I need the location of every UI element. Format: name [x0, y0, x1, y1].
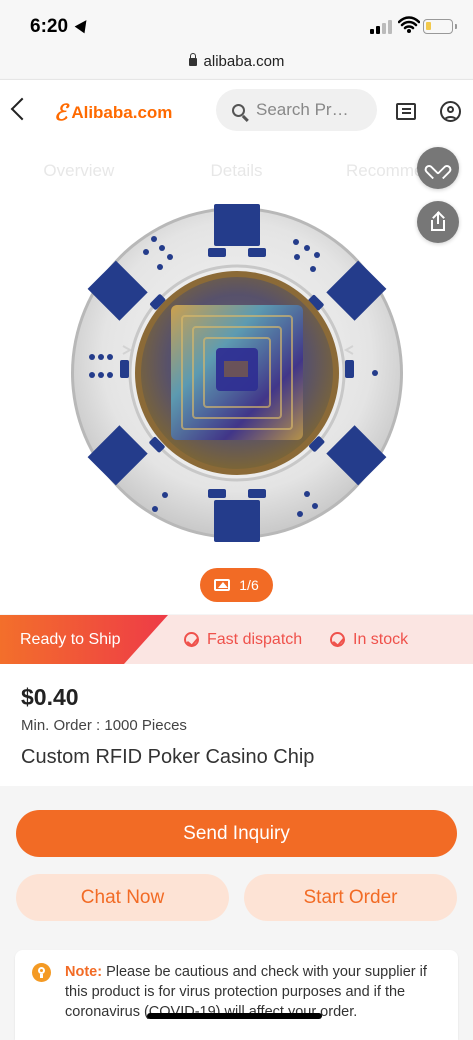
image-counter-text: 1/6 [239, 577, 259, 593]
ready-to-ship-badge: Ready to Ship [0, 615, 168, 664]
battery-tip [455, 24, 457, 29]
location-arrow-icon [74, 16, 92, 34]
share-icon [429, 211, 447, 231]
poker-chip-image [71, 204, 403, 542]
status-time: 6:20 [30, 16, 69, 37]
logo-mark: ℰ [54, 100, 68, 125]
ready-to-ship-text: Ready to Ship [20, 630, 121, 648]
tab-details[interactable]: Details [158, 144, 316, 198]
app-header: ℰ Alibaba.com Search Pr… [0, 79, 473, 144]
search-placeholder: Search Pr… [256, 100, 349, 119]
fast-dispatch-status: Fast dispatch [184, 615, 302, 664]
browser-url-bar[interactable]: alibaba.com [0, 44, 473, 78]
product-details: $0.40 Min. Order : 1000 Pieces Custom RF… [0, 664, 473, 786]
image-icon [214, 579, 231, 591]
product-actions: Send Inquiry Chat Now Start Order [0, 788, 473, 938]
cellular-signal-icon [370, 18, 394, 34]
minimum-order: Min. Order : 1000 Pieces [21, 717, 187, 734]
stock-label: In stock [353, 630, 409, 648]
search-input[interactable]: Search Pr… [216, 89, 377, 131]
share-button[interactable] [417, 201, 459, 243]
product-tabs: Overview Details Recommend [0, 144, 473, 198]
heart-icon [429, 159, 447, 175]
bulb-icon [32, 963, 51, 982]
status-bar: 6:20 [0, 0, 473, 44]
send-inquiry-button[interactable]: Send Inquiry [16, 810, 457, 857]
fast-dispatch-label: Fast dispatch [207, 630, 303, 648]
tab-overview[interactable]: Overview [0, 144, 158, 198]
start-order-button[interactable]: Start Order [244, 874, 457, 921]
lock-icon [188, 53, 197, 66]
message-icon[interactable] [396, 103, 416, 120]
product-gallery[interactable]: Overview Details Recommend 1/6 [0, 144, 473, 614]
back-arrow-icon[interactable] [10, 97, 34, 121]
redaction-mark [147, 1013, 322, 1019]
logo-text: Alibaba.com [71, 103, 173, 122]
wifi-icon [398, 16, 420, 33]
shipping-banner: Ready to Ship Fast dispatch In stock [0, 615, 473, 664]
favorite-button[interactable] [417, 147, 459, 189]
user-icon[interactable] [440, 101, 461, 122]
note-message: Please be cautious and check with your s… [65, 964, 427, 1020]
search-icon [232, 103, 245, 117]
check-circle-icon [184, 632, 199, 647]
product-price: $0.40 [21, 684, 79, 710]
image-counter[interactable]: 1/6 [200, 568, 273, 602]
stock-status: In stock [330, 615, 408, 664]
alibaba-logo[interactable]: ℰ Alibaba.com [54, 100, 172, 126]
note-label: Note: [65, 964, 103, 980]
product-title: Custom RFID Poker Casino Chip [21, 746, 315, 768]
check-circle-icon [330, 632, 345, 647]
url-text: alibaba.com [203, 52, 285, 70]
supplier-note: Note: Please be cautious and check with … [15, 950, 458, 1040]
battery-icon [423, 19, 453, 34]
chat-now-button[interactable]: Chat Now [16, 874, 229, 921]
